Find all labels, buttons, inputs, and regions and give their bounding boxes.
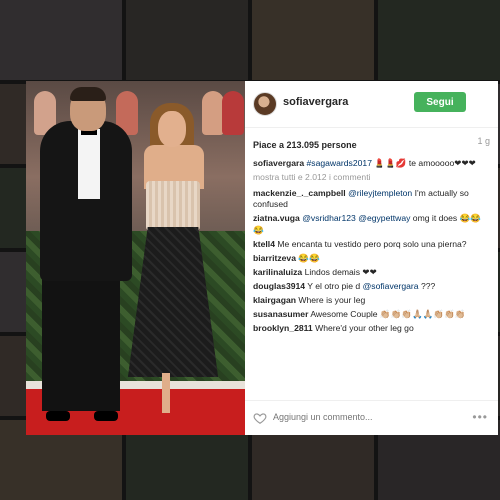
more-options-icon[interactable]: •••: [472, 410, 488, 424]
comment-username[interactable]: karilinaluiza: [253, 267, 302, 277]
comment-text: Awesome Couple 👏🏼👏🏼👏🏼🙏🏼🙏🏼👏🏼👏🏼👏🏼: [308, 308, 466, 319]
comment-item: brooklyn_2811 Where'd your other leg go: [253, 323, 490, 335]
photo-woman-bodice: [146, 181, 200, 231]
post-modal: sofiavergara Segui già Piace a 213.095 p…: [26, 81, 498, 435]
follow-button[interactable]: Segui già: [414, 92, 466, 128]
photo-woman-head: [158, 111, 186, 147]
comment-text: ???: [418, 280, 436, 291]
photo-man-shoe: [94, 411, 118, 421]
photo-crowd: [202, 91, 224, 135]
photo-man-legs: [42, 271, 120, 411]
post-meta: Piace a 213.095 persone 1 g: [253, 135, 490, 150]
comment-text: Where'd your other leg go: [312, 322, 414, 333]
add-comment-input[interactable]: [273, 410, 423, 424]
comment-username[interactable]: ktell4: [253, 239, 275, 249]
photo-man-shoe: [46, 411, 70, 421]
comment-username[interactable]: douglas3914: [253, 281, 305, 291]
comment-item: biarritzeva 😂😂: [253, 253, 490, 265]
avatar[interactable]: [253, 92, 277, 116]
comment-item: ktell4 Me encanta tu vestido pero porq s…: [253, 239, 490, 251]
comment-text: 😂😂: [296, 252, 320, 263]
comment-mention[interactable]: @sofiavergara: [363, 281, 419, 291]
comment-mention[interactable]: @rileyjtempleton: [348, 188, 412, 198]
comment-item: klairgagan Where is your leg: [253, 295, 490, 307]
comment-item: karilinaluiza Lindos demais ❤❤: [253, 267, 490, 279]
heart-icon-svg: [253, 413, 267, 424]
comment-username[interactable]: klairgagan: [253, 295, 296, 305]
photo-man-hair: [70, 87, 106, 101]
comment-username[interactable]: biarritzeva: [253, 253, 296, 263]
post-header: sofiavergara Segui già: [245, 81, 498, 128]
comment-username[interactable]: ziatna.vuga: [253, 213, 300, 223]
view-all-comments-link[interactable]: mostra tutti e 2.012 i commenti: [253, 172, 490, 184]
comment-text: 💄💄💋 te amooooo❤❤❤: [371, 158, 476, 168]
photo-crowd: [222, 91, 244, 135]
comment-username[interactable]: sofiavergara: [253, 158, 304, 168]
post-username[interactable]: sofiavergara: [283, 96, 348, 108]
comment-item: mackenzie_._campbell @rileyjtempleton I'…: [253, 188, 490, 211]
comment-hashtag[interactable]: #sagawards2017: [307, 158, 372, 168]
comment-item: susanasumer Awesome Couple 👏🏼👏🏼👏🏼🙏🏼🙏🏼👏🏼👏…: [253, 309, 490, 321]
post-time: 1 g: [477, 136, 490, 146]
photo-woman-leg: [162, 373, 170, 413]
comment-text: Y el otro pie d: [305, 280, 363, 291]
comments-list: sofiavergara #sagawards2017 💄💄💋 te amooo…: [253, 158, 490, 337]
comment-text: Me encanta tu vestido pero porq solo una…: [274, 238, 467, 249]
comment-item: sofiavergara #sagawards2017 💄💄💋 te amooo…: [253, 158, 490, 170]
comment-item: douglas3914 Y el otro pie d @sofiavergar…: [253, 281, 490, 293]
heart-icon[interactable]: [253, 411, 267, 425]
comment-mention[interactable]: @vsridhar123 @egypettway: [302, 213, 410, 223]
photo-man-shirt: [78, 129, 100, 199]
comment-username[interactable]: brooklyn_2811: [253, 323, 313, 333]
comment-item: ziatna.vuga @vsridhar123 @egypettway omg…: [253, 213, 490, 236]
comment-username[interactable]: susanasumer: [253, 309, 308, 319]
comment-text: Lindos demais ❤❤: [302, 266, 377, 277]
comment-text: Where is your leg: [296, 294, 366, 305]
comment-username[interactable]: mackenzie_._campbell: [253, 188, 346, 198]
likes-count[interactable]: Piace a 213.095 persone: [253, 140, 357, 150]
comment-bar: •••: [245, 400, 498, 435]
post-photo[interactable]: [26, 81, 245, 435]
post-sidebar: sofiavergara Segui già Piace a 213.095 p…: [245, 81, 498, 435]
